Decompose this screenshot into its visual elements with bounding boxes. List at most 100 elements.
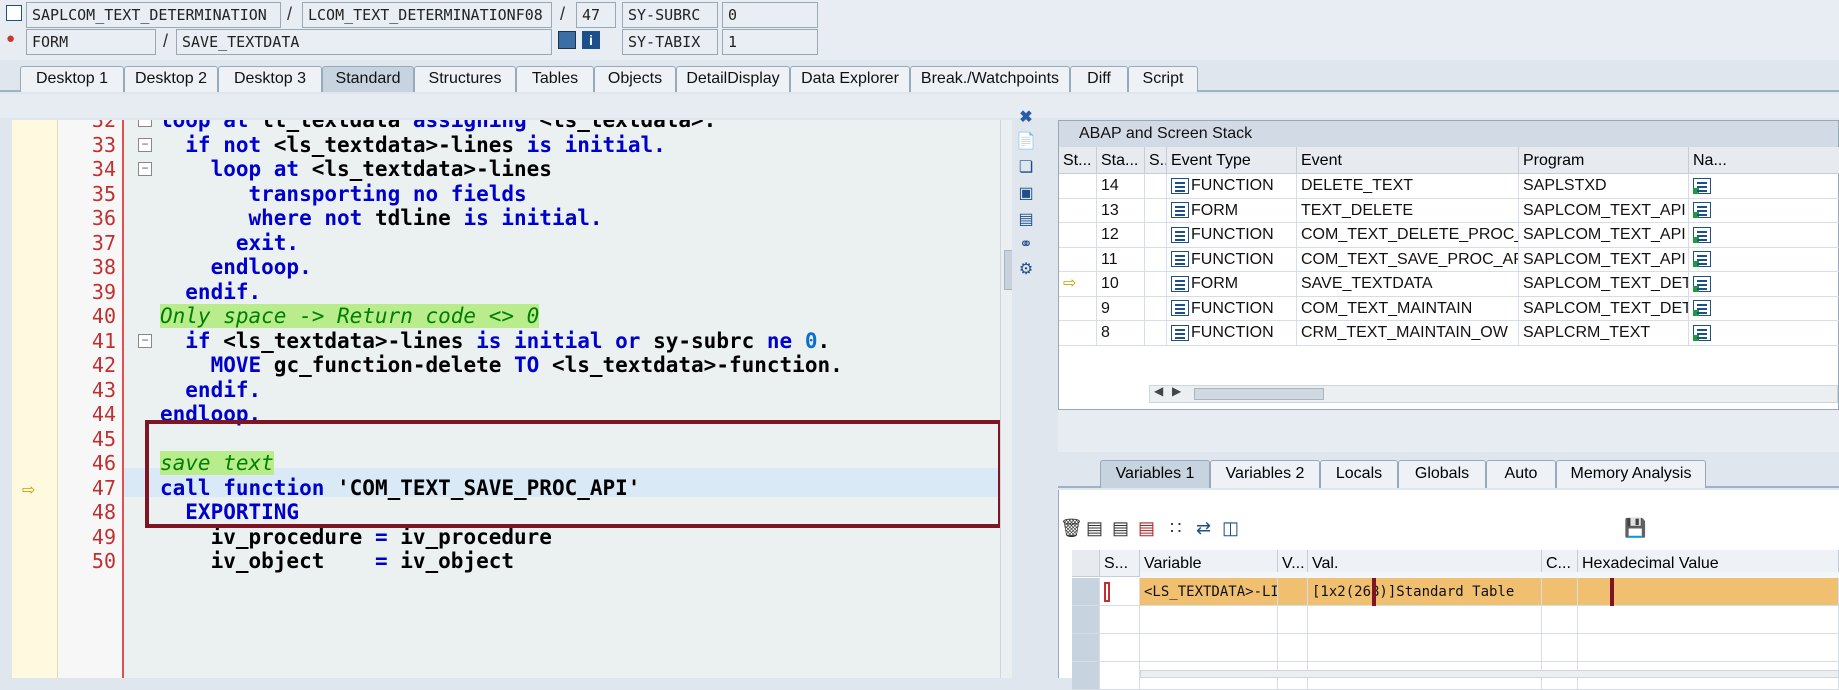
- code-line[interactable]: iv_object = iv_object: [160, 547, 514, 576]
- tab-structures[interactable]: Structures: [414, 66, 516, 92]
- stack-cell[interactable]: SAPLCOM_TEXT_API: [1519, 223, 1689, 248]
- headset-icon[interactable]: ⚭: [1016, 235, 1036, 255]
- tag-icon[interactable]: ◫: [1222, 518, 1239, 539]
- source-display-icon[interactable]: [1693, 275, 1711, 292]
- var-empty-cell[interactable]: [1308, 634, 1542, 662]
- tab-variables-1[interactable]: Variables 1: [1100, 460, 1210, 488]
- tab-memory-analysis[interactable]: Memory Analysis: [1556, 460, 1706, 488]
- stack-cell[interactable]: [1145, 198, 1167, 223]
- save-icon[interactable]: 💾: [1624, 518, 1646, 539]
- transfer-icon[interactable]: ⇄: [1196, 518, 1211, 539]
- stack-cell[interactable]: [1145, 272, 1167, 297]
- stack-column-header[interactable]: S...: [1145, 147, 1167, 174]
- stack-cell[interactable]: [1689, 272, 1839, 297]
- tab-desktop-1[interactable]: Desktop 1: [20, 66, 124, 92]
- fold-toggle-icon[interactable]: −: [138, 120, 152, 127]
- copy-icon[interactable]: ❏: [1016, 158, 1036, 178]
- stack-horizontal-scrollbar[interactable]: ◀ ▶: [1149, 384, 1838, 403]
- stack-current-marker[interactable]: [1059, 321, 1097, 346]
- var-empty-cell[interactable]: [1278, 634, 1308, 662]
- code-line[interactable]: MOVE gc_function-delete TO <ls_textdata>…: [160, 351, 843, 380]
- var-empty-cell[interactable]: [1140, 606, 1278, 634]
- stack-cell[interactable]: SAPLCOM_TEXT_API: [1519, 198, 1689, 223]
- fullscreen-icon[interactable]: ▣: [1016, 184, 1036, 204]
- scroll-right-icon[interactable]: ▶: [1172, 384, 1181, 398]
- stack-current-marker[interactable]: [1059, 223, 1097, 248]
- source-display-icon[interactable]: [1693, 202, 1711, 219]
- var-empty-cell[interactable]: [1278, 606, 1308, 634]
- stack-current-marker[interactable]: [1059, 198, 1097, 223]
- stack-cell[interactable]: [1689, 223, 1839, 248]
- source-display-icon[interactable]: [1693, 300, 1711, 317]
- source-display-icon[interactable]: [1693, 177, 1711, 194]
- breakpoint-margin[interactable]: [12, 120, 58, 678]
- stack-cell[interactable]: 14: [1097, 174, 1145, 199]
- tab-desktop-3[interactable]: Desktop 3: [218, 66, 322, 92]
- tab-objects[interactable]: Objects: [594, 66, 676, 92]
- display-icon[interactable]: [558, 31, 576, 49]
- var-empty-cell[interactable]: [1542, 634, 1578, 662]
- fold-toggle-icon[interactable]: −: [138, 137, 152, 152]
- stack-cell[interactable]: 8: [1097, 321, 1145, 346]
- stack-cell[interactable]: 10: [1097, 272, 1145, 297]
- stack-column-header[interactable]: Sta...: [1097, 147, 1145, 174]
- settings-icon[interactable]: ⚙: [1016, 260, 1036, 280]
- source-display-icon[interactable]: [1693, 226, 1711, 243]
- stack-cell[interactable]: 13: [1097, 198, 1145, 223]
- source-display-icon[interactable]: [1693, 251, 1711, 268]
- stack-cell[interactable]: DELETE_TEXT: [1297, 174, 1519, 199]
- hierarchy-icon[interactable]: ∷: [1170, 518, 1181, 539]
- var-empty-cell[interactable]: [1578, 606, 1839, 634]
- stack-cell[interactable]: 12: [1097, 223, 1145, 248]
- stack-cell[interactable]: FUNCTION: [1167, 296, 1297, 321]
- tab-diff[interactable]: Diff: [1070, 66, 1128, 92]
- var-cell[interactable]: [1578, 578, 1839, 606]
- scroll-left-icon[interactable]: ◀: [1154, 384, 1163, 398]
- stack-column-header[interactable]: Event: [1297, 147, 1519, 174]
- stack-cell[interactable]: [1689, 297, 1839, 321]
- stack-cell[interactable]: COM_TEXT_DELETE_PROC_API: [1297, 223, 1519, 248]
- stack-cell[interactable]: [1145, 247, 1167, 272]
- stack-current-marker[interactable]: [1059, 174, 1097, 199]
- stack-cell[interactable]: FUNCTION: [1167, 223, 1297, 248]
- info-icon[interactable]: i: [582, 31, 600, 49]
- stack-cell[interactable]: FORM: [1167, 198, 1297, 223]
- tab-breakpoints[interactable]: Break./Watchpoints: [910, 66, 1070, 92]
- stack-cell[interactable]: CRM_TEXT_MAINTAIN_OW: [1297, 321, 1519, 346]
- tab-auto[interactable]: Auto: [1486, 460, 1556, 488]
- fold-toggle-icon[interactable]: −: [138, 333, 152, 348]
- stack-cell[interactable]: FUNCTION: [1167, 247, 1297, 272]
- stack-current-marker[interactable]: [1059, 296, 1097, 321]
- close-icon[interactable]: ✖: [1016, 108, 1036, 128]
- stack-cell[interactable]: [1689, 199, 1839, 223]
- tab-globals[interactable]: Globals: [1398, 460, 1486, 488]
- variables-horizontal-scrollbar[interactable]: [1140, 670, 1839, 678]
- stack-column-header[interactable]: St...: [1059, 147, 1097, 174]
- list-remove-icon[interactable]: ▤: [1138, 518, 1155, 539]
- stack-cell[interactable]: SAPLCRM_TEXT: [1519, 321, 1689, 346]
- stack-column-header[interactable]: Program: [1519, 147, 1689, 174]
- split-icon[interactable]: ▤: [1016, 210, 1036, 230]
- stack-cell[interactable]: SAPLCOM_TEXT_API: [1519, 247, 1689, 272]
- stack-cell[interactable]: SAPLCOM_TEXT_DETER...: [1519, 296, 1689, 321]
- tab-script[interactable]: Script: [1128, 66, 1198, 92]
- stack-cell[interactable]: [1145, 296, 1167, 321]
- stack-cell[interactable]: 9: [1097, 296, 1145, 321]
- var-empty-cell[interactable]: [1578, 634, 1839, 662]
- stack-cell[interactable]: [1689, 248, 1839, 272]
- stack-cell[interactable]: COM_TEXT_SAVE_PROC_API: [1297, 247, 1519, 272]
- source-code-editor[interactable]: 32−loop at lt_textdata assigning <ls_tex…: [12, 120, 1012, 678]
- stack-cell[interactable]: 11: [1097, 247, 1145, 272]
- stack-cell[interactable]: SAVE_TEXTDATA: [1297, 272, 1519, 297]
- new-page-icon[interactable]: 📄: [1016, 132, 1036, 152]
- stack-current-marker[interactable]: [1059, 247, 1097, 272]
- fold-toggle-icon[interactable]: −: [138, 162, 152, 176]
- stack-cell[interactable]: [1145, 321, 1167, 346]
- vertical-scrollbar[interactable]: [1000, 120, 1012, 678]
- stack-cell[interactable]: [1145, 223, 1167, 248]
- stack-cell[interactable]: TEXT_DELETE: [1297, 198, 1519, 223]
- tab-locals[interactable]: Locals: [1320, 460, 1398, 488]
- stack-cell[interactable]: SAPLSTXD: [1519, 174, 1689, 199]
- stack-cell[interactable]: COM_TEXT_MAINTAIN: [1297, 296, 1519, 321]
- stack-column-header[interactable]: Na...: [1689, 147, 1839, 174]
